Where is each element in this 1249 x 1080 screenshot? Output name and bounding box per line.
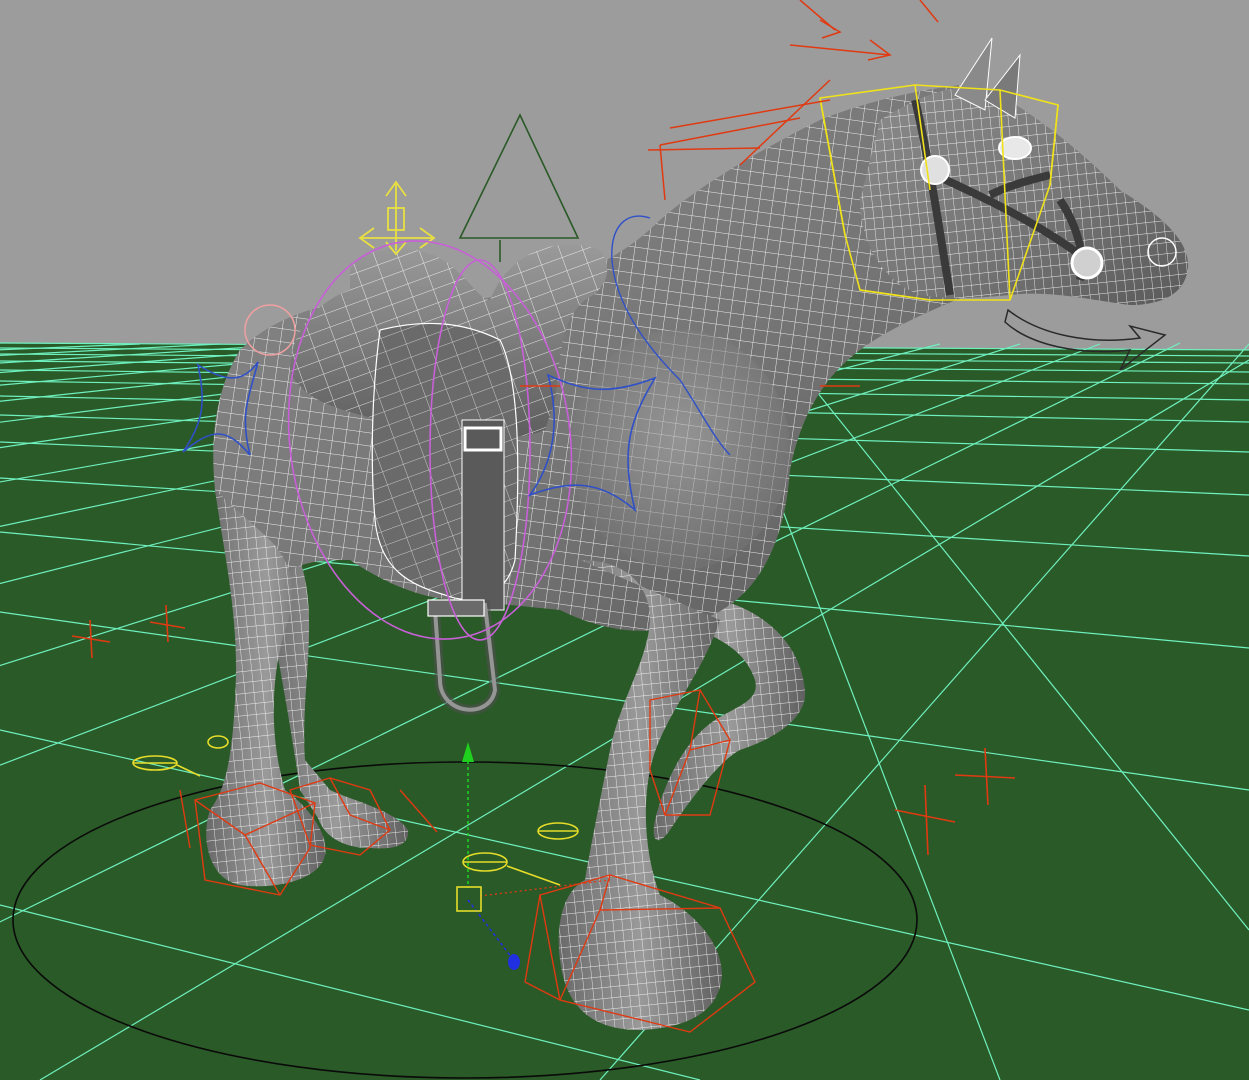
viewport-canvas[interactable]: [0, 0, 1249, 1080]
3d-viewport[interactable]: [0, 0, 1249, 1080]
bridle-ring-mouth: [1070, 246, 1104, 280]
shoulder-highlight: [570, 330, 790, 570]
